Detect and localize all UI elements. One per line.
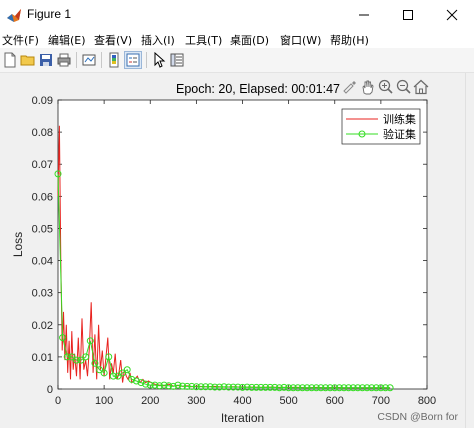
y-tick-label: 0.05: [32, 223, 53, 235]
figure-toolbar: [0, 48, 474, 73]
legend-label-val: 验证集: [383, 127, 416, 141]
x-tick-label: 700: [372, 395, 390, 407]
pan-hand-icon[interactable]: [362, 80, 374, 95]
minimize-button[interactable]: [342, 0, 386, 30]
pointer-icon[interactable]: [151, 52, 167, 68]
toolbar-separator: [101, 52, 102, 68]
link-plot-icon[interactable]: [81, 52, 97, 68]
menu-help[interactable]: 帮助(H): [330, 32, 369, 48]
zoom-in-icon[interactable]: [378, 79, 393, 94]
zoom-out-icon[interactable]: [396, 79, 411, 94]
x-tick-label: 100: [95, 395, 113, 407]
menu-tools[interactable]: 工具(T): [185, 32, 222, 48]
y-axis-label: Loss: [11, 232, 25, 257]
y-tick-label: 0.03: [32, 288, 53, 300]
new-figure-icon[interactable]: [2, 52, 18, 68]
x-tick-label: 500: [279, 395, 297, 407]
figure-window: Figure 1 文件(F) 编辑(E) 查看(V) 插入(I) 工具(T) 桌…: [0, 0, 474, 428]
open-file-icon[interactable]: [20, 52, 36, 68]
save-icon[interactable]: [38, 52, 54, 68]
y-tick-label: 0.07: [32, 159, 53, 171]
x-tick-label: 0: [55, 395, 61, 407]
x-axis-label: Iteration: [221, 411, 264, 425]
y-tick-label: 0.06: [32, 191, 53, 203]
maximize-icon: [403, 10, 413, 20]
x-tick-label: 400: [233, 395, 251, 407]
menu-bar: 文件(F) 编辑(E) 查看(V) 插入(I) 工具(T) 桌面(D) 窗口(W…: [0, 30, 474, 48]
close-icon: [446, 9, 458, 21]
toolbar-separator: [146, 52, 147, 68]
home-icon[interactable]: [413, 79, 429, 95]
legend[interactable]: 训练集 验证集: [341, 108, 421, 145]
x-tick-label: 200: [141, 395, 159, 407]
axes-toolbar: [343, 79, 429, 95]
menu-insert[interactable]: 插入(I): [141, 32, 175, 48]
brush-icon[interactable]: [343, 81, 356, 94]
title-bar: Figure 1: [0, 0, 474, 30]
legend-label-train: 训练集: [383, 112, 416, 126]
window-title: Figure 1: [27, 7, 72, 21]
y-tick-label: 0.02: [32, 320, 53, 332]
window-right-edge: [465, 73, 474, 428]
menu-edit[interactable]: 编辑(E): [48, 32, 86, 48]
x-tick-label: 300: [187, 395, 205, 407]
watermark-text: CSDN @Born for: [377, 411, 458, 423]
figure-canvas: 0 0.01 0.02 0.03 0.04 0.05 0.06 0.07 0.08 0.09 0 1…: [0, 73, 474, 428]
x-tick-label: 800: [418, 395, 436, 407]
y-tick-label: 0.09: [32, 95, 53, 107]
y-tick-label: 0: [47, 384, 53, 396]
minimize-icon: [359, 14, 369, 16]
menu-file[interactable]: 文件(F): [2, 32, 39, 48]
close-button[interactable]: [430, 0, 474, 30]
chart-title: Epoch: 20, Elapsed: 00:01:47: [176, 82, 340, 96]
menu-view[interactable]: 查看(V): [94, 32, 132, 48]
property-inspector-icon[interactable]: [169, 52, 185, 68]
toolbar-separator: [76, 52, 77, 68]
y-tick-label: 0.08: [32, 127, 53, 139]
y-tick-label: 0.01: [32, 352, 53, 364]
y-tick-label: 0.04: [32, 256, 53, 268]
x-tick-label: 600: [326, 395, 344, 407]
menu-desktop[interactable]: 桌面(D): [230, 32, 269, 48]
loss-chart: 0 0.01 0.02 0.03 0.04 0.05 0.06 0.07 0.08 0.09 0 1…: [11, 79, 458, 425]
maximize-button[interactable]: [386, 0, 430, 30]
insert-colorbar-icon[interactable]: [106, 52, 122, 68]
matlab-logo-icon: [7, 9, 21, 22]
print-icon[interactable]: [56, 52, 72, 68]
menu-window[interactable]: 窗口(W): [280, 32, 321, 48]
insert-legend-icon[interactable]: [124, 51, 142, 69]
